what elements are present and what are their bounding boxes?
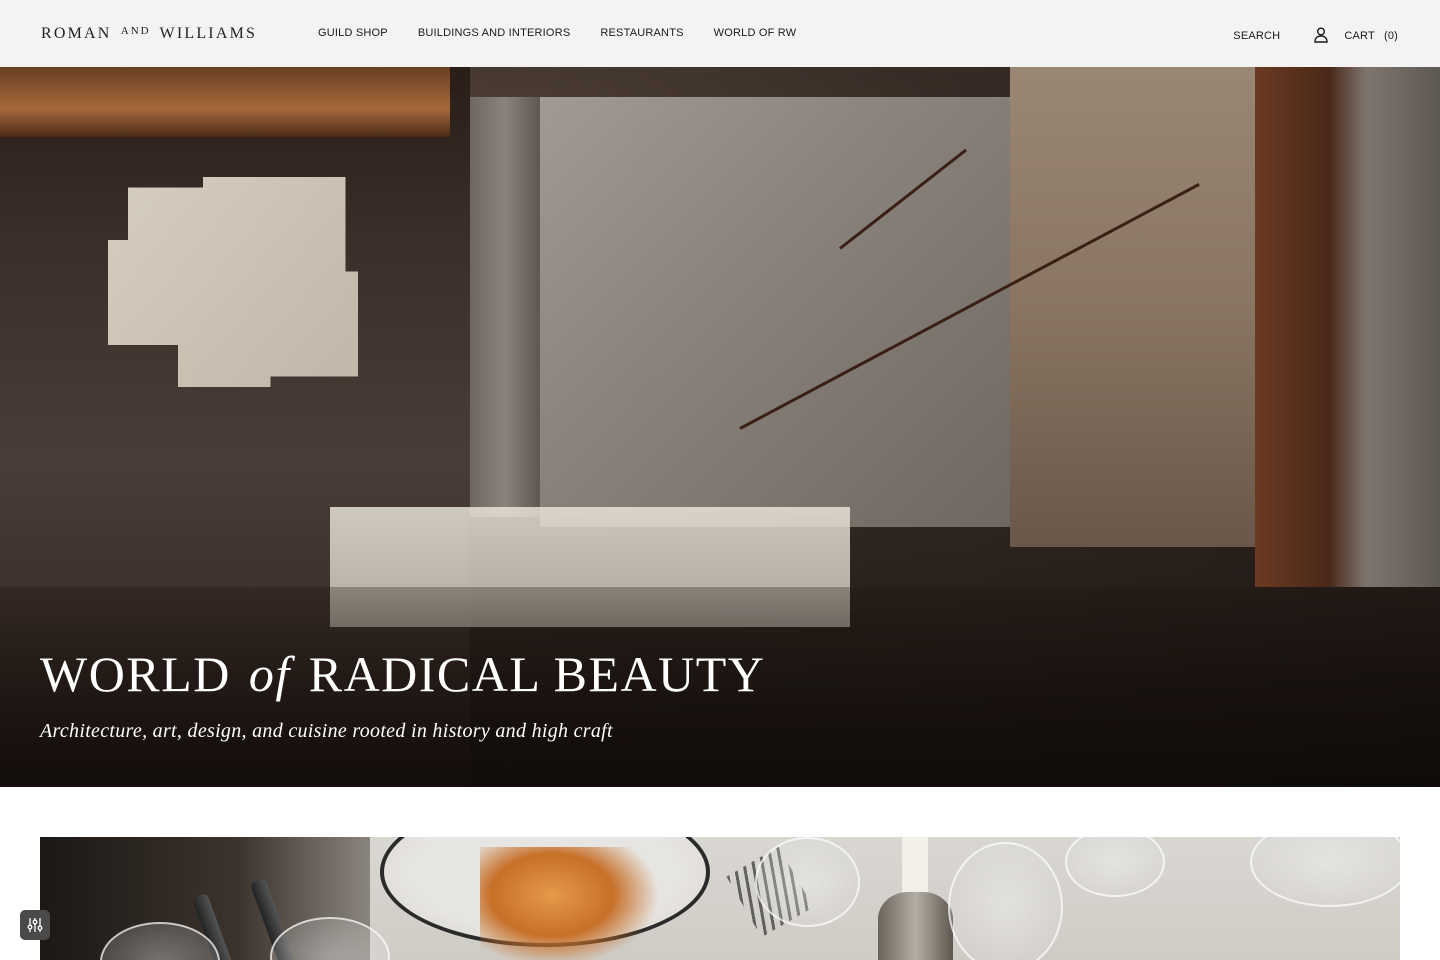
logo-and: AND bbox=[120, 25, 151, 37]
cart-count: (0) bbox=[1383, 30, 1398, 42]
utility-nav: SEARCH CART (0) bbox=[1233, 27, 1398, 44]
nav-world-of-rw[interactable]: WORLD OF RW bbox=[714, 27, 797, 39]
feature-image[interactable] bbox=[40, 837, 1400, 960]
logo-roman: ROMAN bbox=[41, 25, 112, 42]
logo-williams: WILLIAMS bbox=[159, 25, 258, 42]
hero-title-of: of bbox=[248, 646, 291, 702]
nav-restaurants[interactable]: RESTAURANTS bbox=[600, 27, 683, 39]
user-icon[interactable] bbox=[1314, 27, 1329, 43]
search-link[interactable]: SEARCH bbox=[1233, 30, 1280, 42]
cart-link[interactable]: CART (0) bbox=[1344, 30, 1398, 42]
cart-label: CART bbox=[1344, 30, 1375, 42]
hero-title: WORLD of RADICAL BEAUTY bbox=[40, 645, 765, 703]
hero-banner: WORLD of RADICAL BEAUTY Architecture, ar… bbox=[0, 67, 1440, 787]
hero-title-part1: WORLD bbox=[40, 646, 231, 702]
hero-subtitle: Architecture, art, design, and cuisine r… bbox=[40, 720, 613, 742]
site-header: ROMAN AND WILLIAMS GUILD SHOP BUILDINGS … bbox=[0, 0, 1440, 67]
sliders-icon[interactable] bbox=[20, 910, 50, 940]
main-nav: GUILD SHOP BUILDINGS AND INTERIORS RESTA… bbox=[318, 27, 796, 39]
nav-guild-shop[interactable]: GUILD SHOP bbox=[318, 27, 388, 39]
brand-logo[interactable]: ROMAN AND WILLIAMS bbox=[41, 25, 257, 43]
nav-buildings-and-interiors[interactable]: BUILDINGS AND INTERIORS bbox=[418, 27, 571, 39]
hero-title-part2: RADICAL BEAUTY bbox=[308, 646, 766, 702]
